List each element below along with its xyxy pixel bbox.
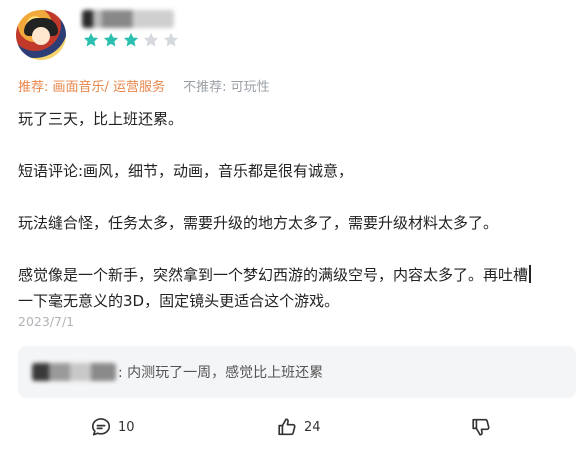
review-paragraph-4-line-2: 一下毫无意义的3D，固定镜头更适合这个游戏。: [18, 292, 340, 310]
star-filled-icon: [123, 32, 139, 47]
star-empty-icon: [163, 32, 179, 47]
comment-count: 10: [118, 419, 135, 435]
comment-icon: [91, 418, 111, 436]
star-empty-icon: [143, 32, 159, 47]
recommend-tags: 推荐: 画面音乐/ 运营服务 不推荐: 可玩性: [18, 76, 270, 95]
star-filled-icon: [103, 32, 119, 47]
reply-preview[interactable]: : 内测玩了一周，感觉比上班还累: [18, 346, 576, 398]
rating-stars: [82, 31, 180, 49]
reply-username-blurred[interactable]: [32, 363, 116, 381]
recommend-tag: 推荐: 画面音乐/ 运营服务: [18, 80, 166, 95]
review-paragraph-1: 玩了三天，比上班还累。: [18, 110, 184, 128]
action-bar: 10 24: [0, 414, 588, 444]
text-cursor: [529, 265, 531, 283]
review-paragraph-4-line-1: 感觉像是一个新手，突然拿到一个梦幻西游的满级空号，内容太多了。再吐槽: [18, 266, 529, 284]
review-paragraph-2: 短语评论:画风，细节，动画，音乐都是很有诚意，: [18, 162, 354, 180]
review-date: 2023/7/1: [18, 314, 75, 329]
star-filled-icon: [83, 32, 99, 47]
thumbs-up-icon: [278, 418, 296, 436]
comment-button[interactable]: 10: [90, 416, 135, 438]
user-avatar[interactable]: [16, 10, 66, 60]
review-body: 玩了三天，比上班还累。 短语评论:画风，细节，动画，音乐都是很有诚意， 玩法缝合…: [18, 106, 570, 314]
reply-text: : 内测玩了一周，感觉比上班还累: [118, 365, 324, 381]
username-blurred[interactable]: [82, 10, 174, 28]
not-recommend-tag: 不推荐: 可玩性: [183, 80, 270, 95]
dislike-button[interactable]: [470, 416, 492, 438]
like-count: 24: [304, 419, 321, 435]
like-button[interactable]: 24: [276, 416, 321, 438]
review-paragraph-3: 玩法缝合怪，任务太多，需要升级的地方太多了，需要升级材料太多了。: [18, 214, 499, 232]
thumbs-down-icon: [472, 418, 490, 436]
review-paragraph-4: 感觉像是一个新手，突然拿到一个梦幻西游的满级空号，内容太多了。再吐槽 一下毫无意义…: [18, 262, 570, 314]
avatar-face: [32, 27, 50, 45]
